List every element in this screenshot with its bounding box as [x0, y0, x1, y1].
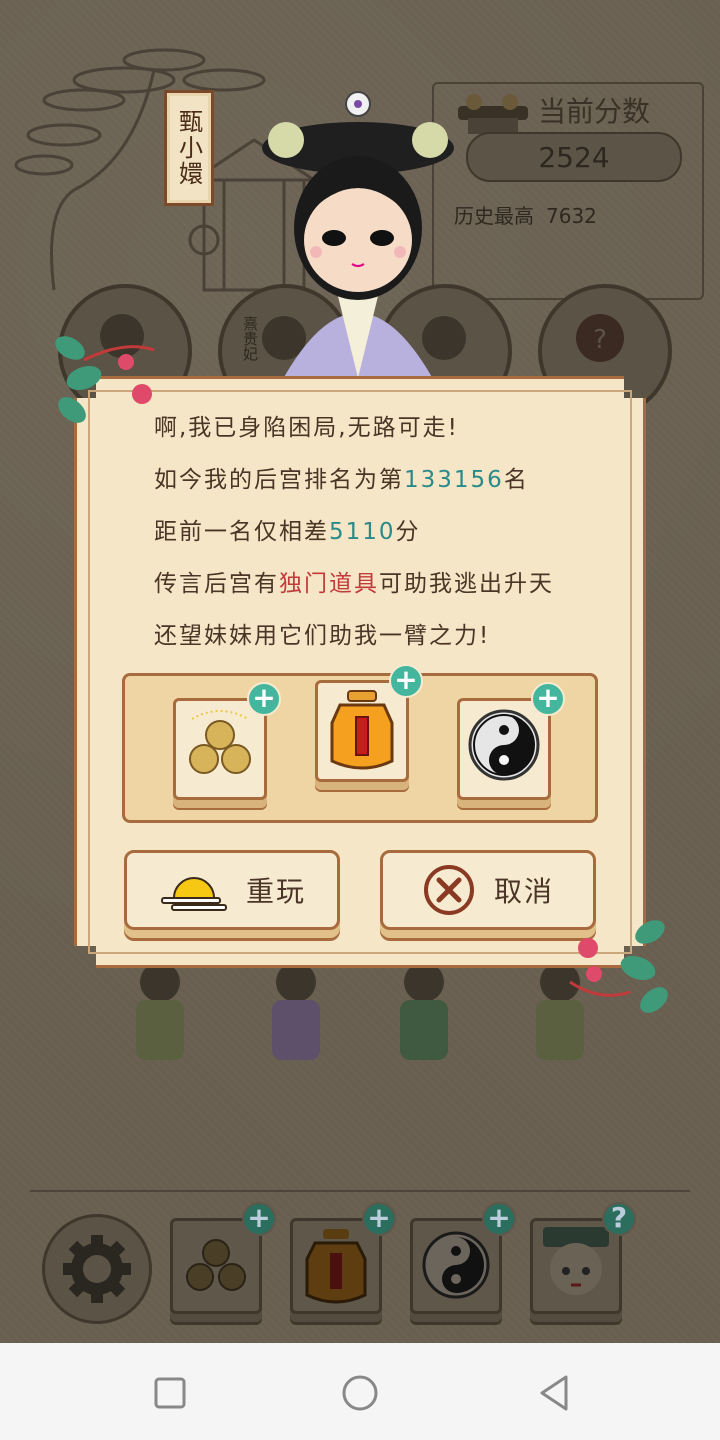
toolbar-add-coins-button[interactable]: + [242, 1202, 276, 1236]
coins-icon [189, 710, 251, 774]
maid-figure [136, 962, 184, 1060]
diff-prefix: 距前一名仅相差 [154, 519, 329, 545]
rumor-prefix: 传言后宫有 [154, 571, 279, 597]
current-score: 2524 [466, 132, 682, 182]
add-yin-yang-button[interactable]: + [531, 682, 565, 716]
rank-number: 133156 [404, 467, 504, 493]
add-lucky-bag-button[interactable]: + [389, 664, 423, 698]
props-tray: + + + [122, 664, 598, 823]
score-diff: 5110 [329, 519, 396, 545]
flower-decoration-top-left [55, 336, 155, 423]
settings-button[interactable] [42, 1214, 152, 1324]
empress-icon [543, 1227, 609, 1295]
cancel-label: 取消 [493, 875, 554, 908]
recent-apps-icon[interactable] [150, 1373, 190, 1413]
character-name-plaque: 甄小嬛 [164, 90, 214, 206]
sunrise-icon [160, 877, 227, 911]
toolbar-divider [30, 1190, 690, 1192]
system-navigation-bar [0, 1343, 720, 1440]
rank-suffix: 名 [503, 467, 529, 493]
yin-yang-icon [422, 1231, 490, 1299]
home-icon[interactable] [340, 1373, 380, 1413]
replay-label: 重玩 [245, 875, 306, 908]
lucky-bag-icon [330, 690, 394, 770]
coins-icon [186, 1239, 246, 1291]
dialog-line-1: 啊,我已身陷困局,无路可走! [154, 415, 459, 441]
dialog-line-5: 还望妹妹用它们助我一臂之力! [154, 623, 491, 649]
main-character [262, 91, 454, 388]
add-coins-button[interactable]: + [247, 682, 281, 716]
cancel-x-icon [423, 865, 474, 915]
diff-suffix: 分 [395, 519, 421, 545]
svg-text:?: ? [593, 325, 607, 355]
game-screen: 甄小嬛 当前分数 2524 历史最高 7632 熹贵妃 ? 啊,我已身陷困局,无… [0, 0, 720, 1343]
dialog-line-4: 传言后宫有独门道具可助我逃出升天 [154, 564, 554, 598]
toolbar-add-yin-yang-button[interactable]: + [482, 1202, 516, 1236]
back-icon[interactable] [534, 1373, 574, 1413]
score-title: 当前分数 [538, 95, 651, 128]
dialog-line-2: 如今我的后宫排名为第133156名 [154, 460, 529, 494]
best-score-value: 7632 [546, 204, 597, 228]
rank-prefix: 如今我的后宫排名为第 [154, 467, 404, 493]
help-icon[interactable]: ? [602, 1202, 636, 1236]
game-over-dialog: 啊,我已身陷困局,无路可走! 如今我的后宫排名为第133156名 距前一名仅相差… [74, 376, 646, 968]
gear-icon [63, 1235, 131, 1303]
flower-decoration-bottom-right [569, 920, 668, 1013]
replay-button[interactable]: 重玩 [124, 850, 340, 930]
dialog-line-3: 距前一名仅相差5110分 [154, 512, 421, 546]
maid-figure [400, 962, 448, 1060]
toolbar-add-lucky-bag-button[interactable]: + [362, 1202, 396, 1236]
yin-yang-icon [468, 709, 540, 781]
maid-figure [272, 962, 320, 1060]
rumor-suffix: 可助我逃出升天 [379, 571, 554, 597]
lucky-bag-icon [305, 1229, 367, 1304]
special-props-highlight: 独门道具 [279, 571, 379, 597]
